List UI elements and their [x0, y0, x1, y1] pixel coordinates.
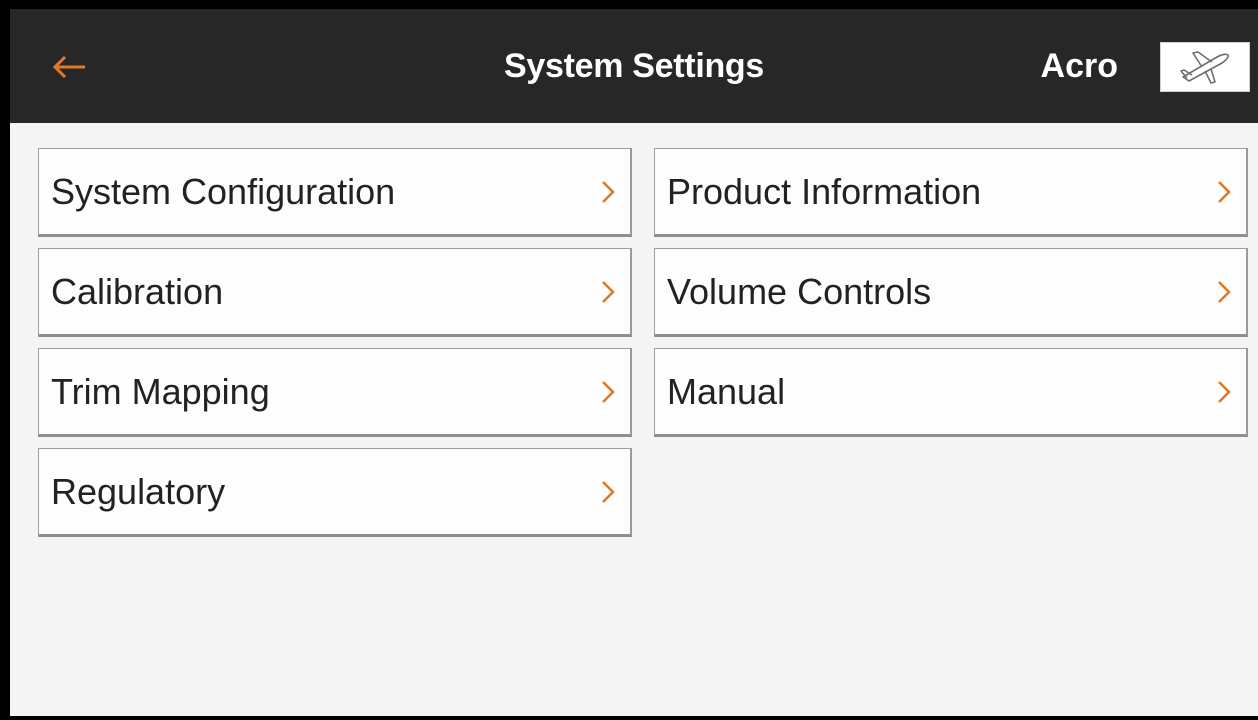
menu-item-regulatory[interactable]: Regulatory [38, 448, 632, 537]
model-type-button[interactable] [1160, 42, 1250, 92]
menu-item-label: Product Information [667, 171, 982, 212]
arrow-left-icon [52, 55, 85, 79]
chevron-right-icon [1218, 181, 1231, 203]
chevron-right-icon [602, 281, 615, 303]
menu-item-product-information[interactable]: Product Information [654, 148, 1248, 237]
top-bar: System Settings Acro [10, 9, 1258, 123]
menu-item-system-configuration[interactable]: System Configuration [38, 148, 632, 237]
menu-item-label: Volume Controls [667, 271, 932, 312]
chevron-right-icon [602, 481, 615, 503]
menu-item-label: Calibration [51, 271, 224, 312]
chevron-right-icon [602, 181, 615, 203]
screen: System Settings Acro System Configuratio… [0, 0, 1258, 720]
model-name: Acro [1040, 47, 1118, 85]
chevron-right-icon [602, 381, 615, 403]
menu-item-calibration[interactable]: Calibration [38, 248, 632, 337]
menu-item-manual[interactable]: Manual [654, 348, 1248, 437]
chevron-right-icon [1218, 281, 1231, 303]
menu-item-trim-mapping[interactable]: Trim Mapping [38, 348, 632, 437]
menu-item-label: Regulatory [51, 471, 226, 512]
back-button[interactable] [40, 39, 100, 95]
menu-item-label: System Configuration [51, 171, 396, 212]
airplane-icon [1180, 51, 1229, 84]
menu-item-label: Trim Mapping [51, 371, 270, 412]
menu-item-label: Manual [667, 371, 786, 412]
menu-item-volume-controls[interactable]: Volume Controls [654, 248, 1248, 337]
chevron-right-icon [1218, 381, 1231, 403]
